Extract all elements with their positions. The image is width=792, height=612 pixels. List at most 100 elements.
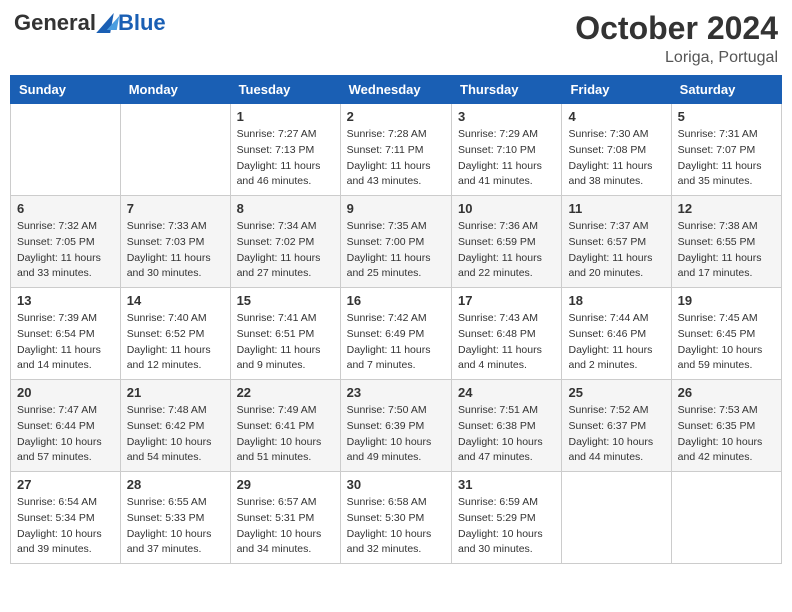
week-row-5: 27 Sunrise: 6:54 AM Sunset: 5:34 PM Dayli… bbox=[11, 472, 782, 564]
day-number: 10 bbox=[458, 201, 555, 216]
calendar-cell: 19 Sunrise: 7:45 AM Sunset: 6:45 PM Dayli… bbox=[671, 288, 781, 380]
day-info: Sunrise: 7:31 AM Sunset: 7:07 PM Dayligh… bbox=[678, 127, 775, 190]
day-info: Sunrise: 7:37 AM Sunset: 6:57 PM Dayligh… bbox=[568, 219, 664, 282]
header-tuesday: Tuesday bbox=[230, 76, 340, 104]
day-info: Sunrise: 7:47 AM Sunset: 6:44 PM Dayligh… bbox=[17, 403, 114, 466]
calendar-cell: 2 Sunrise: 7:28 AM Sunset: 7:11 PM Daylig… bbox=[340, 104, 451, 196]
day-number: 15 bbox=[237, 293, 334, 308]
day-number: 6 bbox=[17, 201, 114, 216]
week-row-4: 20 Sunrise: 7:47 AM Sunset: 6:44 PM Dayli… bbox=[11, 380, 782, 472]
calendar-cell: 18Sunrise: 7:44 AM Sunset: 6:46 PM Dayli… bbox=[562, 288, 671, 380]
calendar-cell: 22 Sunrise: 7:49 AM Sunset: 6:41 PM Dayli… bbox=[230, 380, 340, 472]
day-number: 31 bbox=[458, 477, 555, 492]
week-row-3: 13 Sunrise: 7:39 AM Sunset: 6:54 PM Dayli… bbox=[11, 288, 782, 380]
day-number: 27 bbox=[17, 477, 114, 492]
day-number: 9 bbox=[347, 201, 445, 216]
calendar-cell: 8Sunrise: 7:34 AM Sunset: 7:02 PM Daylig… bbox=[230, 196, 340, 288]
day-number: 1 bbox=[237, 109, 334, 124]
calendar-table: Sunday Monday Tuesday Wednesday Thursday… bbox=[10, 75, 782, 564]
calendar-cell: 27 Sunrise: 6:54 AM Sunset: 5:34 PM Dayli… bbox=[11, 472, 121, 564]
logo: General Blue bbox=[14, 10, 166, 36]
day-number: 20 bbox=[17, 385, 114, 400]
day-info: Sunrise: 7:38 AM Sunset: 6:55 PM Dayligh… bbox=[678, 219, 775, 282]
calendar-cell: 23 Sunrise: 7:50 AM Sunset: 6:39 PM Dayli… bbox=[340, 380, 451, 472]
day-info: Sunrise: 7:52 AM Sunset: 6:37 PM Dayligh… bbox=[568, 403, 664, 466]
day-number: 17 bbox=[458, 293, 555, 308]
calendar-cell: 26 Sunrise: 7:53 AM Sunset: 6:35 PM Dayli… bbox=[671, 380, 781, 472]
weekday-header-row: Sunday Monday Tuesday Wednesday Thursday… bbox=[11, 76, 782, 104]
month-title: October 2024 bbox=[575, 10, 778, 47]
calendar-cell: 3 Sunrise: 7:29 AM Sunset: 7:10 PM Daylig… bbox=[452, 104, 562, 196]
day-info: Sunrise: 7:36 AM Sunset: 6:59 PM Dayligh… bbox=[458, 219, 555, 282]
day-number: 28 bbox=[127, 477, 224, 492]
calendar-cell bbox=[671, 472, 781, 564]
day-number: 3 bbox=[458, 109, 555, 124]
day-info: Sunrise: 7:42 AM Sunset: 6:49 PM Dayligh… bbox=[347, 311, 445, 374]
day-number: 7 bbox=[127, 201, 224, 216]
day-number: 11 bbox=[568, 201, 664, 216]
day-info: Sunrise: 7:40 AM Sunset: 6:52 PM Dayligh… bbox=[127, 311, 224, 374]
calendar-cell: 30Sunrise: 6:58 AM Sunset: 5:30 PM Dayli… bbox=[340, 472, 451, 564]
header-wednesday: Wednesday bbox=[340, 76, 451, 104]
header-friday: Friday bbox=[562, 76, 671, 104]
day-info: Sunrise: 6:54 AM Sunset: 5:34 PM Dayligh… bbox=[17, 495, 114, 558]
day-number: 16 bbox=[347, 293, 445, 308]
day-number: 23 bbox=[347, 385, 445, 400]
day-number: 19 bbox=[678, 293, 775, 308]
title-area: October 2024 Loriga, Portugal bbox=[575, 10, 778, 67]
day-number: 24 bbox=[458, 385, 555, 400]
location: Loriga, Portugal bbox=[575, 49, 778, 67]
calendar-cell: 6 Sunrise: 7:32 AM Sunset: 7:05 PM Daylig… bbox=[11, 196, 121, 288]
page-header: General Blue October 2024 Loriga, Portug… bbox=[10, 10, 782, 67]
day-info: Sunrise: 7:29 AM Sunset: 7:10 PM Dayligh… bbox=[458, 127, 555, 190]
week-row-2: 6 Sunrise: 7:32 AM Sunset: 7:05 PM Daylig… bbox=[11, 196, 782, 288]
day-number: 25 bbox=[568, 385, 664, 400]
day-info: Sunrise: 7:28 AM Sunset: 7:11 PM Dayligh… bbox=[347, 127, 445, 190]
calendar-cell: 21Sunrise: 7:48 AM Sunset: 6:42 PM Dayli… bbox=[120, 380, 230, 472]
day-info: Sunrise: 7:53 AM Sunset: 6:35 PM Dayligh… bbox=[678, 403, 775, 466]
day-info: Sunrise: 6:58 AM Sunset: 5:30 PM Dayligh… bbox=[347, 495, 445, 558]
day-info: Sunrise: 7:50 AM Sunset: 6:39 PM Dayligh… bbox=[347, 403, 445, 466]
calendar-cell: 14Sunrise: 7:40 AM Sunset: 6:52 PM Dayli… bbox=[120, 288, 230, 380]
calendar-cell: 1 Sunrise: 7:27 AM Sunset: 7:13 PM Daylig… bbox=[230, 104, 340, 196]
day-number: 2 bbox=[347, 109, 445, 124]
calendar-cell: 29Sunrise: 6:57 AM Sunset: 5:31 PM Dayli… bbox=[230, 472, 340, 564]
day-info: Sunrise: 7:35 AM Sunset: 7:00 PM Dayligh… bbox=[347, 219, 445, 282]
header-saturday: Saturday bbox=[671, 76, 781, 104]
day-info: Sunrise: 7:33 AM Sunset: 7:03 PM Dayligh… bbox=[127, 219, 224, 282]
header-thursday: Thursday bbox=[452, 76, 562, 104]
day-number: 29 bbox=[237, 477, 334, 492]
day-number: 26 bbox=[678, 385, 775, 400]
calendar-cell: 31Sunrise: 6:59 AM Sunset: 5:29 PM Dayli… bbox=[452, 472, 562, 564]
calendar-cell bbox=[120, 104, 230, 196]
calendar-cell: 5 Sunrise: 7:31 AM Sunset: 7:07 PM Daylig… bbox=[671, 104, 781, 196]
day-info: Sunrise: 7:45 AM Sunset: 6:45 PM Dayligh… bbox=[678, 311, 775, 374]
week-row-1: 1 Sunrise: 7:27 AM Sunset: 7:13 PM Daylig… bbox=[11, 104, 782, 196]
calendar-cell: 24Sunrise: 7:51 AM Sunset: 6:38 PM Dayli… bbox=[452, 380, 562, 472]
calendar-cell: 17 Sunrise: 7:43 AM Sunset: 6:48 PM Dayli… bbox=[452, 288, 562, 380]
day-info: Sunrise: 7:48 AM Sunset: 6:42 PM Dayligh… bbox=[127, 403, 224, 466]
day-info: Sunrise: 7:27 AM Sunset: 7:13 PM Dayligh… bbox=[237, 127, 334, 190]
calendar-cell: 25 Sunrise: 7:52 AM Sunset: 6:37 PM Dayli… bbox=[562, 380, 671, 472]
logo-blue-text: Blue bbox=[118, 10, 166, 36]
day-number: 12 bbox=[678, 201, 775, 216]
calendar-cell: 12 Sunrise: 7:38 AM Sunset: 6:55 PM Dayli… bbox=[671, 196, 781, 288]
calendar-cell bbox=[11, 104, 121, 196]
day-info: Sunrise: 7:41 AM Sunset: 6:51 PM Dayligh… bbox=[237, 311, 334, 374]
day-number: 22 bbox=[237, 385, 334, 400]
calendar-cell: 9 Sunrise: 7:35 AM Sunset: 7:00 PM Daylig… bbox=[340, 196, 451, 288]
header-sunday: Sunday bbox=[11, 76, 121, 104]
calendar-cell: 11 Sunrise: 7:37 AM Sunset: 6:57 PM Dayli… bbox=[562, 196, 671, 288]
day-number: 13 bbox=[17, 293, 114, 308]
calendar-cell bbox=[562, 472, 671, 564]
day-info: Sunrise: 7:34 AM Sunset: 7:02 PM Dayligh… bbox=[237, 219, 334, 282]
day-info: Sunrise: 7:43 AM Sunset: 6:48 PM Dayligh… bbox=[458, 311, 555, 374]
day-info: Sunrise: 6:55 AM Sunset: 5:33 PM Dayligh… bbox=[127, 495, 224, 558]
day-info: Sunrise: 7:32 AM Sunset: 7:05 PM Dayligh… bbox=[17, 219, 114, 282]
day-info: Sunrise: 7:49 AM Sunset: 6:41 PM Dayligh… bbox=[237, 403, 334, 466]
day-info: Sunrise: 7:44 AM Sunset: 6:46 PM Dayligh… bbox=[568, 311, 664, 374]
calendar-cell: 7 Sunrise: 7:33 AM Sunset: 7:03 PM Daylig… bbox=[120, 196, 230, 288]
day-info: Sunrise: 7:39 AM Sunset: 6:54 PM Dayligh… bbox=[17, 311, 114, 374]
day-number: 4 bbox=[568, 109, 664, 124]
day-number: 5 bbox=[678, 109, 775, 124]
